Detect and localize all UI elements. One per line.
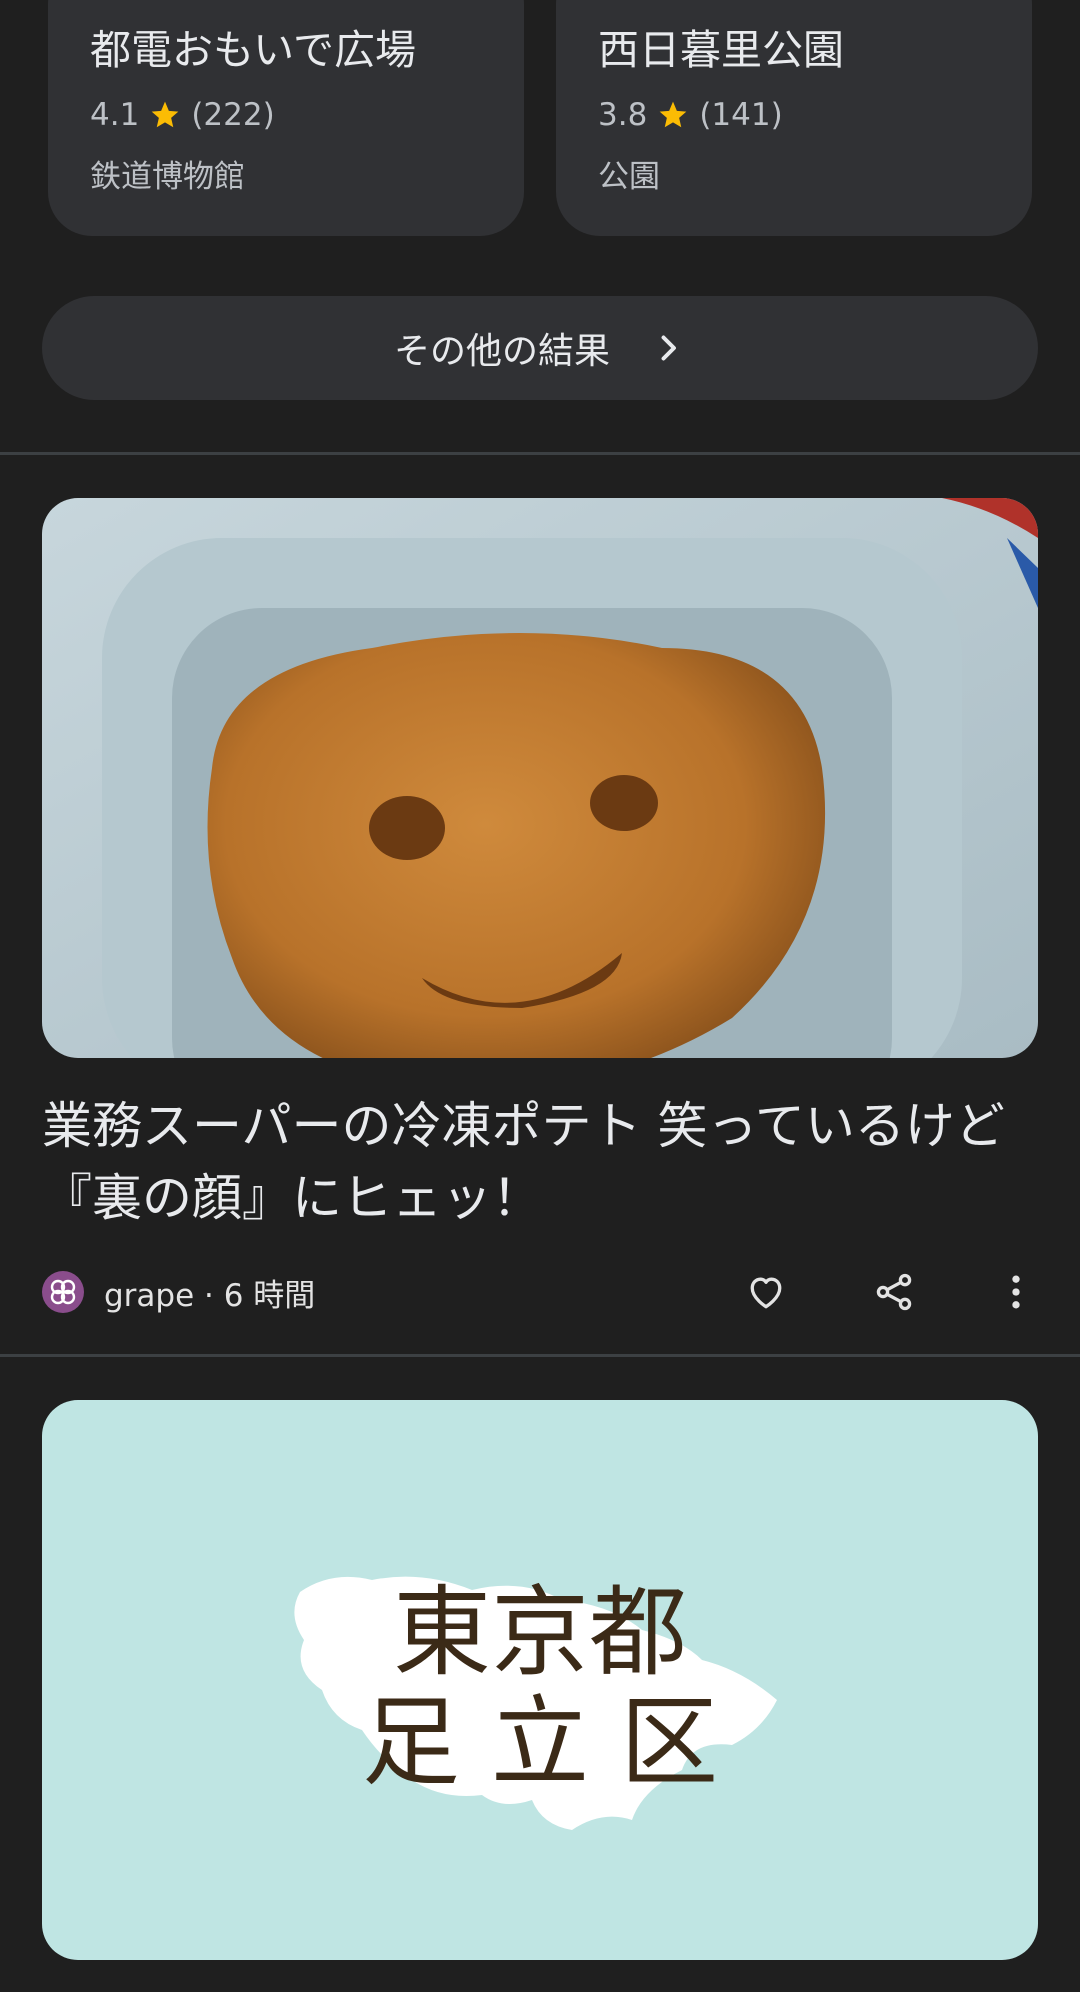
star-icon xyxy=(659,101,687,128)
more-results-label: その他の結果 xyxy=(393,331,610,372)
article-thumbnail[interactable] xyxy=(42,498,1038,1058)
rating-value: 4.1 xyxy=(90,97,140,134)
heart-icon[interactable] xyxy=(744,1270,788,1314)
rating-value: 3.8 xyxy=(598,97,648,134)
review-count: (141) xyxy=(699,97,783,134)
section-divider xyxy=(0,452,1080,455)
place-rating-row: 3.8 (141) xyxy=(598,97,1032,133)
chevron-right-icon xyxy=(661,335,676,361)
article-title[interactable]: 業務スーパーの冷凍ポテト 笑っているけど『裏の顔』にヒェッ！ xyxy=(42,1090,1042,1234)
share-icon[interactable] xyxy=(872,1270,916,1314)
star-icon xyxy=(151,101,179,128)
map-title-line2: 足 立 区 xyxy=(361,1686,719,1800)
section-divider xyxy=(0,1354,1080,1357)
place-category: 鉄道博物館 xyxy=(90,159,245,196)
review-count: (222) xyxy=(191,97,275,134)
more-results-button[interactable]: その他の結果 xyxy=(42,296,1038,400)
place-name: 西日暮里公園 xyxy=(598,26,844,74)
place-rating-row: 4.1 (222) xyxy=(90,97,524,133)
article-meta-row: grape · 6 時間 xyxy=(42,1266,1038,1318)
place-card-nishinippori-park[interactable]: 西日暮里公園 3.8 (141) 公園 xyxy=(556,0,1032,236)
article-actions xyxy=(42,1266,1038,1318)
place-card-toden-omoide[interactable]: 都電おもいで広場 4.1 (222) 鉄道博物館 xyxy=(48,0,524,236)
adachi-map-thumbnail[interactable]: 東京都 足 立 区 xyxy=(42,1400,1038,1960)
place-category: 公園 xyxy=(598,159,660,196)
map-title-line1: 東京都 xyxy=(392,1576,687,1690)
place-name: 都電おもいで広場 xyxy=(90,26,416,74)
more-vert-icon[interactable] xyxy=(994,1270,1038,1314)
